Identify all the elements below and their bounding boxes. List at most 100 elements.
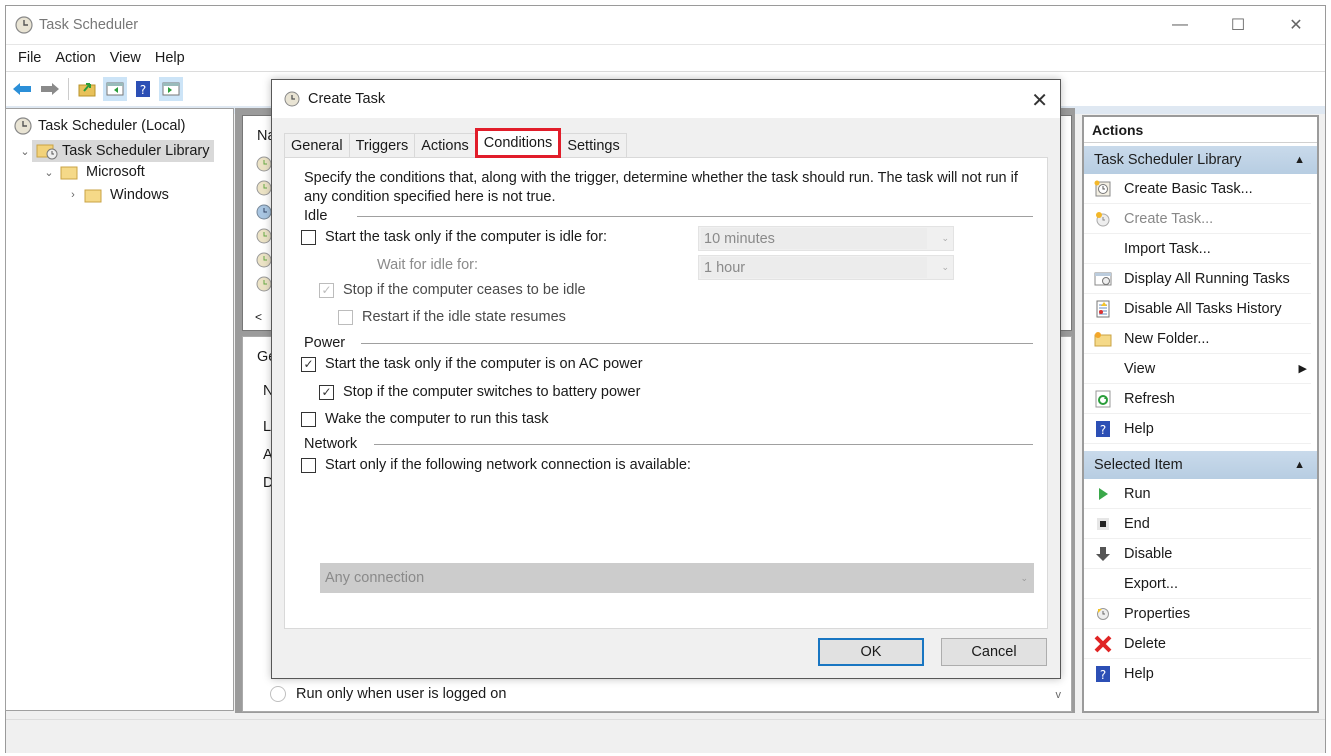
menu-bar: File Action View Help	[6, 44, 1325, 72]
chevron-right-icon[interactable]: ›	[66, 189, 80, 201]
wait-idle-label: Wait for idle for:	[377, 257, 478, 273]
tab-general[interactable]: General	[284, 133, 350, 158]
ok-button[interactable]: OK	[818, 638, 924, 666]
tab-actions[interactable]: Actions	[414, 133, 476, 158]
help-button[interactable]: ?	[131, 77, 155, 101]
title-bar: Task Scheduler — ☐ ✕	[6, 6, 1325, 44]
create-task-icon	[1096, 211, 1110, 226]
ac-power-checkbox[interactable]: ✓	[301, 356, 316, 372]
action-disable[interactable]: Disable	[1084, 539, 1311, 569]
menu-help[interactable]: Help	[155, 50, 185, 66]
tab-triggers[interactable]: Triggers	[348, 133, 416, 158]
back-button[interactable]	[10, 77, 34, 101]
network-group-divider	[374, 444, 1033, 445]
action-import-task[interactable]: Import Task...	[1084, 234, 1311, 264]
status-bar	[6, 719, 1325, 753]
task-list: Na <	[242, 115, 276, 331]
back-arrow-icon	[13, 83, 31, 95]
show-hide-console-tree-button[interactable]	[103, 77, 127, 101]
run-only-logged-on-option[interactable]: Run only when user is logged on	[270, 686, 506, 702]
minimize-button[interactable]: —	[1151, 6, 1209, 44]
task-clock-icon	[256, 276, 272, 292]
scroll-down-button[interactable]: v	[1056, 689, 1062, 701]
svg-text:?: ?	[1100, 668, 1106, 682]
idle-group-label: Idle	[304, 208, 328, 224]
clock-icon	[15, 16, 33, 34]
dialog-close-button[interactable]: ✕	[1031, 88, 1048, 113]
clock-icon	[284, 91, 300, 107]
network-condition-option[interactable]: Start only if the following network conn…	[301, 457, 691, 473]
collapse-up-icon[interactable]: ▲	[1294, 459, 1305, 471]
menu-action[interactable]: Action	[55, 50, 95, 66]
new-folder-icon	[1094, 331, 1112, 346]
maximize-button[interactable]: ☐	[1209, 6, 1267, 44]
chevron-down-icon: ⌄	[1020, 572, 1028, 583]
action-export[interactable]: Export...	[1084, 569, 1311, 599]
chevron-down-icon[interactable]: ⌄	[18, 145, 32, 158]
action-disable-history[interactable]: Disable All Tasks History	[1084, 294, 1311, 324]
action-refresh[interactable]: Refresh	[1084, 384, 1311, 414]
svg-text:?: ?	[140, 83, 146, 97]
cancel-button[interactable]: Cancel	[941, 638, 1047, 666]
chevron-down-icon[interactable]: ⌄	[42, 166, 56, 179]
dialog-title-bar: Create Task ✕	[272, 80, 1060, 118]
chevron-down-icon: ⌄	[941, 233, 949, 243]
up-folder-button[interactable]	[75, 77, 99, 101]
action-run[interactable]: Run	[1084, 479, 1311, 509]
collapse-up-icon[interactable]: ▲	[1294, 154, 1305, 166]
section-selected-item[interactable]: Selected Item ▲	[1084, 451, 1317, 479]
battery-stop-option[interactable]: ✓ Stop if the computer switches to batte…	[319, 384, 640, 400]
tree-item-microsoft[interactable]: ⌄ Microsoft	[42, 164, 144, 180]
refresh-icon	[1095, 390, 1111, 407]
action-pane-icon	[162, 82, 180, 96]
action-create-task[interactable]: Create Task...	[1084, 204, 1311, 234]
tab-settings[interactable]: Settings	[560, 133, 627, 158]
network-connection-select[interactable]: Any connection ⌄	[320, 563, 1034, 593]
tab-conditions[interactable]: Conditions	[474, 128, 562, 158]
tree-item-local[interactable]: Task Scheduler (Local)	[14, 117, 186, 135]
menu-view[interactable]: View	[110, 50, 141, 66]
properties-icon	[1097, 607, 1109, 620]
ac-power-option[interactable]: ✓ Start the task only if the computer is…	[301, 356, 643, 372]
restart-if-idle-option[interactable]: Restart if the idle state resumes	[338, 309, 566, 325]
power-group-label: Power	[304, 335, 346, 351]
conditions-page: Specify the conditions that, along with …	[284, 157, 1048, 629]
wait-duration-select[interactable]: 1 hour ⌄	[698, 255, 954, 280]
network-condition-checkbox[interactable]	[301, 457, 316, 473]
tree-item-library[interactable]: ⌄ Task Scheduler Library	[18, 140, 214, 162]
action-display-running-tasks[interactable]: Display All Running Tasks	[1084, 264, 1311, 294]
tree-item-windows[interactable]: › Windows	[66, 187, 169, 203]
task-clock-icon	[256, 204, 272, 220]
help-icon: ?	[1096, 420, 1110, 437]
idle-duration-select[interactable]: 10 minutes ⌄	[698, 226, 954, 251]
battery-stop-checkbox[interactable]: ✓	[319, 384, 334, 400]
start-if-idle-option[interactable]: Start the task only if the computer is i…	[301, 229, 607, 245]
action-help[interactable]: ? Help	[1084, 414, 1311, 444]
action-help-selected[interactable]: ? Help	[1084, 659, 1311, 689]
forward-button[interactable]	[38, 77, 62, 101]
stop-if-not-idle-checkbox[interactable]: ✓	[319, 282, 334, 298]
stop-if-not-idle-option[interactable]: ✓ Stop if the computer ceases to be idle	[319, 282, 586, 298]
action-end[interactable]: End	[1084, 509, 1311, 539]
network-group-label: Network	[304, 436, 358, 452]
menu-file[interactable]: File	[18, 50, 41, 66]
start-if-idle-checkbox[interactable]	[301, 229, 316, 245]
wake-computer-checkbox[interactable]	[301, 411, 316, 427]
run-only-radio[interactable]	[270, 686, 286, 702]
scheduler-folder-icon	[36, 144, 58, 160]
console-tree: Task Scheduler (Local) ⌄ Task Scheduler …	[5, 108, 234, 711]
history-icon	[1096, 300, 1110, 317]
action-new-folder[interactable]: New Folder...	[1084, 324, 1311, 354]
folder-icon	[84, 189, 102, 203]
scroll-left-button[interactable]: <	[255, 310, 262, 324]
restart-if-idle-checkbox[interactable]	[338, 309, 353, 325]
action-delete[interactable]: Delete	[1084, 629, 1311, 659]
close-button[interactable]: ✕	[1267, 6, 1325, 44]
action-create-basic-task[interactable]: Create Basic Task...	[1084, 174, 1311, 204]
action-properties[interactable]: Properties	[1084, 599, 1311, 629]
section-task-scheduler-library[interactable]: Task Scheduler Library ▲	[1084, 146, 1317, 174]
show-hide-action-pane-button[interactable]	[159, 77, 183, 101]
action-view[interactable]: View ▶	[1084, 354, 1311, 384]
wake-computer-option[interactable]: Wake the computer to run this task	[301, 411, 549, 427]
chevron-down-icon: ⌄	[941, 262, 949, 272]
